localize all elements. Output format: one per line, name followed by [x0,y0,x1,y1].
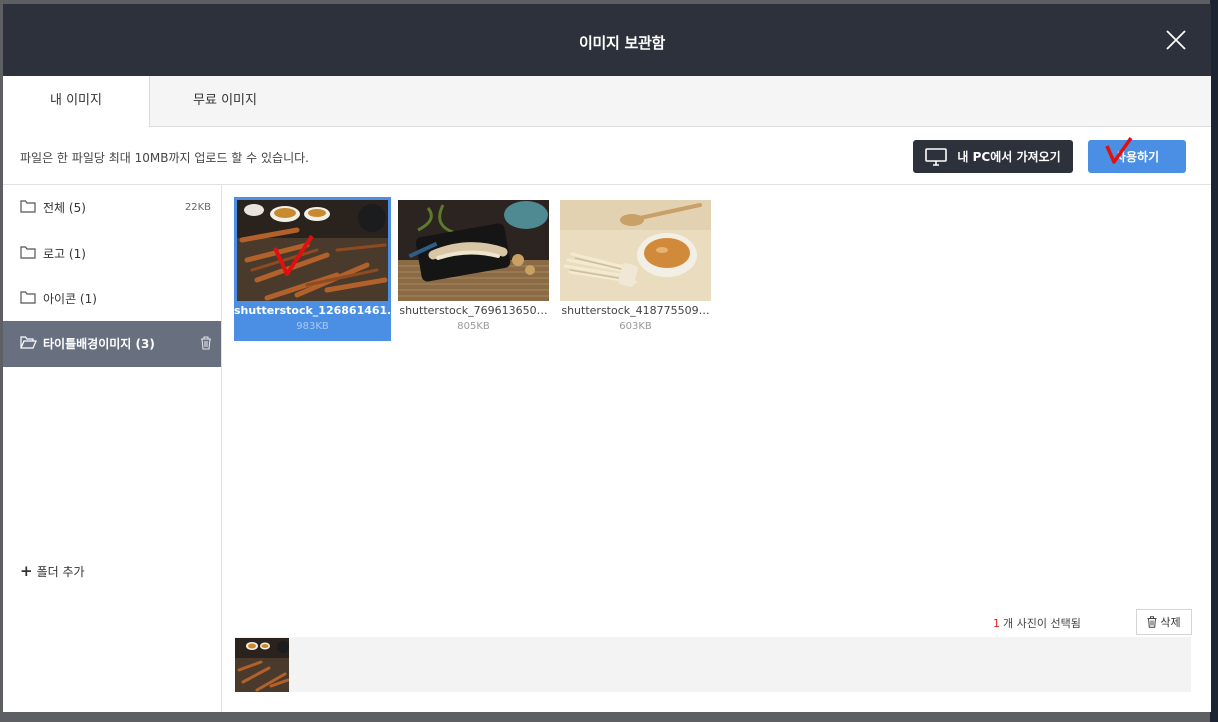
folder-icon [20,291,36,304]
image-card[interactable]: shutterstock_126861461… 983KB [234,197,399,341]
folder-sidebar: 전체 (5) 22KB 로고 (1) 아이콘 (1) 타이틀배경이미지 (3) … [3,185,222,712]
upload-from-pc-button[interactable]: 내 PC에서 가져오기 [913,140,1073,173]
folder-label: 로고 (1) [43,247,86,261]
delete-button-label: 삭제 [1160,616,1181,629]
image-card[interactable]: shutterstock_418775509… 603KB [557,197,714,341]
selected-count-number: 1 [993,617,1000,630]
image-size: 603KB [619,321,652,332]
folder-label: 아이콘 (1) [43,292,97,306]
upload-notice: 파일은 한 파일당 최대 10MB까지 업로드 할 수 있습니다. [20,151,309,165]
dialog-title: 이미지 보관함 [579,34,665,52]
image-name: shutterstock_126861461… [234,304,399,317]
trash-icon[interactable] [200,336,212,350]
image-size: 805KB [457,321,490,332]
image-size: 983KB [296,321,329,332]
image-thumbnail [398,200,549,301]
folder-item-logo[interactable]: 로고 (1) [3,231,221,277]
upload-button-label: 내 PC에서 가져오기 [957,150,1061,164]
add-folder-label: 폴더 추가 [36,565,85,579]
image-thumbnail [237,200,388,301]
folder-label: 타이틀배경이미지 (3) [43,337,155,351]
tab-free-images[interactable]: 무료 이미지 [150,76,300,126]
tab-bar: 내 이미지 무료 이미지 [3,76,1211,127]
image-name: shutterstock_769613650… [399,304,548,317]
folder-label: 전체 (5) [43,201,86,215]
check-mark-annotation [1105,136,1133,164]
add-folder-button[interactable]: + 폴더 추가 [20,562,85,580]
selected-image-thumbnail[interactable] [235,638,289,692]
selected-images-tray [235,637,1191,692]
delete-button[interactable]: 삭제 [1136,609,1192,635]
dialog-header: 이미지 보관함 [3,4,1211,76]
folder-open-icon [20,336,37,349]
image-name: shutterstock_418775509… [561,304,710,317]
image-card[interactable]: shutterstock_769613650… 805KB [395,197,552,341]
folder-icon [20,200,36,213]
close-icon[interactable] [1166,30,1186,50]
folder-icon [20,246,36,259]
image-thumbnail [560,200,711,301]
tab-my-images[interactable]: 내 이미지 [3,76,150,127]
folder-item-icons[interactable]: 아이콘 (1) [3,276,221,322]
background-strip [1210,0,1218,722]
monitor-icon [925,147,948,166]
image-library-dialog: 이미지 보관함 내 이미지 무료 이미지 파일은 한 파일당 최대 10MB까지… [3,4,1211,712]
folder-item-title-background[interactable]: 타이틀배경이미지 (3) [3,321,221,367]
plus-icon: + [20,562,33,580]
selected-count: 1개 사진이 선택됨 [993,615,1081,631]
trash-icon [1147,616,1157,628]
selected-count-text: 개 사진이 선택됨 [1003,617,1081,630]
folder-item-all[interactable]: 전체 (5) 22KB [3,185,221,231]
folder-size: 22KB [184,202,211,213]
use-button[interactable]: 사용하기 [1088,140,1186,173]
